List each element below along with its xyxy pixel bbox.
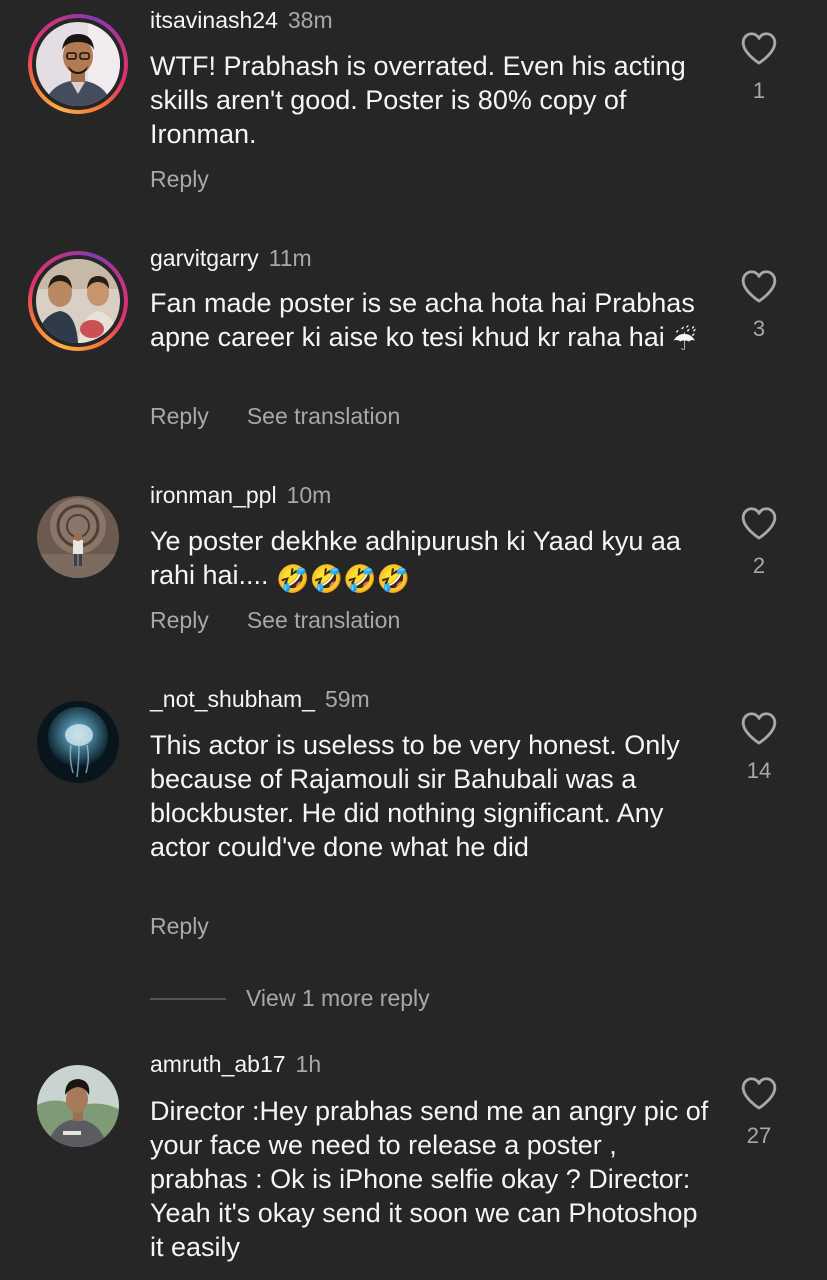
like-button[interactable]: 1	[738, 30, 780, 104]
like-count: 14	[746, 758, 772, 783]
comment-text: Director :Hey prabhas send me an angry p…	[150, 1096, 709, 1262]
view-more-replies-button[interactable]: View 1 more reply	[150, 985, 430, 1012]
avatar[interactable]	[28, 251, 128, 351]
umbrella-emoji: ☔	[672, 326, 697, 356]
reply-button[interactable]: Reply	[150, 913, 209, 939]
reply-button[interactable]: Reply	[150, 166, 209, 192]
timestamp: 38m	[287, 7, 333, 33]
like-count: 2	[752, 553, 766, 578]
rofl-emoji: 🤣🤣🤣🤣	[276, 564, 411, 594]
timestamp: 1h	[295, 1051, 322, 1077]
like-button[interactable]: 2	[738, 505, 780, 579]
reply-button[interactable]: Reply	[150, 403, 209, 429]
like-button[interactable]: 14	[738, 710, 780, 784]
comment-text: WTF! Prabhash is overrated. Even his act…	[150, 51, 686, 149]
like-count: 3	[752, 316, 766, 341]
avatar[interactable]	[28, 692, 128, 792]
username[interactable]: amruth_ab17	[150, 1051, 286, 1077]
see-translation-button[interactable]: See translation	[247, 403, 400, 429]
like-button[interactable]: 3	[738, 268, 780, 342]
heart-outline-icon	[741, 1077, 777, 1110]
like-count: 27	[746, 1123, 772, 1148]
timestamp: 59m	[324, 686, 370, 712]
like-count: 1	[752, 78, 766, 103]
heart-outline-icon	[741, 507, 777, 540]
comment-text: Ye poster dekhke adhipurush ki Yaad kyu …	[150, 526, 681, 594]
username[interactable]: itsavinash24	[150, 7, 278, 33]
timestamp: 10m	[286, 482, 332, 508]
avatar[interactable]	[28, 14, 128, 114]
view-more-replies-label: View 1 more reply	[246, 985, 430, 1011]
like-button[interactable]: 27	[738, 1075, 780, 1149]
heart-outline-icon	[741, 712, 777, 745]
reply-button[interactable]: Reply	[150, 607, 209, 633]
heart-outline-icon	[741, 270, 777, 303]
avatar[interactable]	[28, 1056, 128, 1156]
comment-text: This actor is useless to be very honest.…	[150, 730, 680, 862]
username[interactable]: ironman_ppl	[150, 482, 277, 508]
heart-outline-icon	[741, 32, 777, 65]
username[interactable]: _not_shubham_	[150, 686, 315, 712]
avatar[interactable]	[28, 487, 128, 587]
divider	[150, 997, 226, 1000]
timestamp: 11m	[268, 245, 312, 271]
see-translation-button[interactable]: See translation	[247, 607, 400, 633]
comment-text: Fan made poster is se acha hota hai Prab…	[150, 288, 697, 356]
username[interactable]: garvitgarry	[150, 245, 259, 271]
